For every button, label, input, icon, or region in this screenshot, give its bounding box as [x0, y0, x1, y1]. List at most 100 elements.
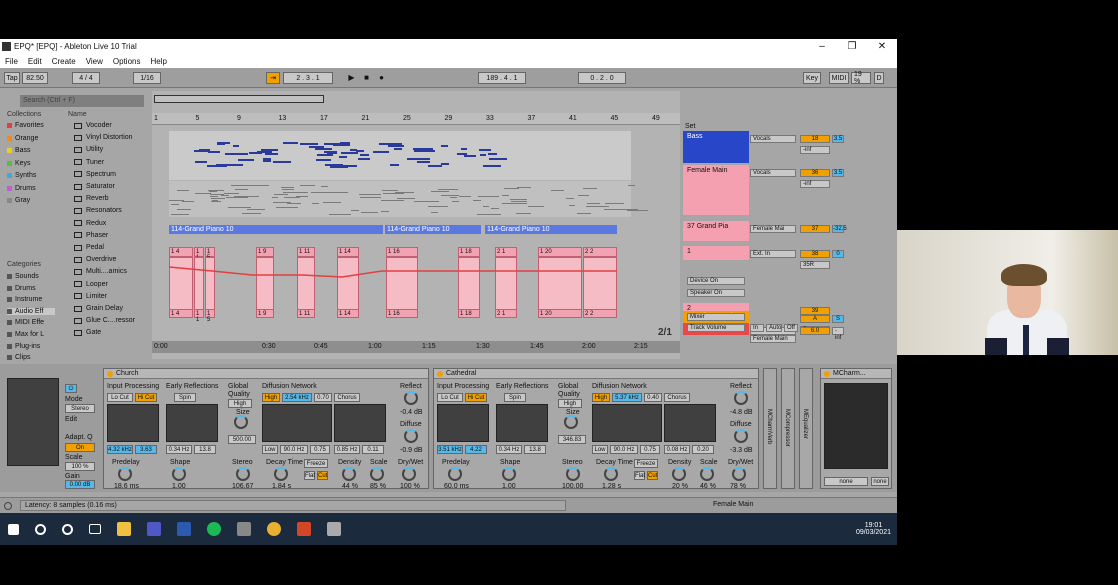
- audio-clip-footer[interactable]: 2 1: [495, 309, 517, 318]
- filter-freq-value[interactable]: 3.51 kHz: [437, 445, 463, 454]
- plugin-item[interactable]: Phaser: [68, 232, 108, 239]
- spin-button[interactable]: Spin: [174, 393, 196, 402]
- mode-selector[interactable]: Stereo: [65, 404, 95, 413]
- time-signature[interactable]: 4 / 4: [72, 72, 100, 84]
- quality-selector[interactable]: High: [228, 399, 252, 408]
- spin-amount-value[interactable]: 13.8: [194, 445, 216, 454]
- chorus-button[interactable]: Chorus: [334, 393, 360, 402]
- follow-icon[interactable]: ⇥: [266, 72, 280, 84]
- plugin-item[interactable]: Reverb: [68, 195, 109, 202]
- ableton-live-taskbar-icon[interactable]: [327, 522, 341, 536]
- track-input-selector[interactable]: Ext. In: [750, 250, 796, 258]
- speaker-on-selector[interactable]: Speaker On: [687, 289, 745, 297]
- audio-clip-footer[interactable]: 1 9: [256, 309, 274, 318]
- lo-cut-button[interactable]: Lo Cut: [437, 393, 463, 402]
- task-view-icon[interactable]: [89, 524, 101, 534]
- midi-map-button[interactable]: MIDI: [829, 72, 849, 84]
- ableton-taskbar-icon[interactable]: [237, 522, 251, 536]
- track-solo[interactable]: -inf: [832, 327, 844, 341]
- arrangement-position[interactable]: 2 . 3 . 1: [283, 72, 333, 84]
- track-volume[interactable]: 39: [800, 307, 830, 315]
- decay-knob[interactable]: [274, 467, 288, 481]
- category-item[interactable]: MIDI Effe: [7, 319, 44, 326]
- flat-button[interactable]: Flat: [304, 471, 315, 480]
- audio-clip-footer[interactable]: 1 14: [337, 309, 359, 318]
- powerpoint-icon[interactable]: [297, 522, 311, 536]
- low-freq-value[interactable]: 90.0 Hz: [610, 445, 638, 454]
- freeze-button[interactable]: Freeze: [304, 459, 328, 468]
- audio-clip-footer[interactable]: 1 18: [458, 309, 480, 318]
- plugin-item[interactable]: Overdrive: [68, 256, 116, 263]
- menu-create[interactable]: Create: [47, 57, 81, 66]
- tap-button[interactable]: Tap: [4, 72, 20, 84]
- filter-width-value[interactable]: 4.22: [465, 445, 487, 454]
- audio-clip-footer[interactable]: 1 20: [538, 309, 582, 318]
- diffusion-display[interactable]: [262, 404, 332, 442]
- track-solo[interactable]: 0: [832, 250, 844, 258]
- track-input-selector[interactable]: Vocals: [750, 135, 796, 143]
- collection-gray[interactable]: Gray: [7, 197, 30, 204]
- diffusion-q-value[interactable]: 0.40: [644, 393, 662, 402]
- category-item[interactable]: Sounds: [7, 273, 39, 280]
- track-header-1[interactable]: Female Main: [683, 165, 749, 215]
- piano-clip-3[interactable]: 114-Grand Piano 10: [485, 225, 617, 234]
- category-item[interactable]: Instrume: [7, 296, 42, 303]
- size-knob[interactable]: [564, 415, 578, 429]
- cut-button[interactable]: Cut: [647, 471, 658, 480]
- collection-keys[interactable]: Keys: [7, 160, 31, 167]
- freeze-button[interactable]: Freeze: [634, 459, 658, 468]
- plugin-item[interactable]: Grain Delay: [68, 305, 123, 312]
- low-value[interactable]: 0.75: [640, 445, 660, 454]
- rack-mequalizer[interactable]: MEqualizer: [799, 368, 813, 489]
- track-header-2[interactable]: 37 Grand Pia: [683, 221, 749, 241]
- scale-knob[interactable]: [700, 467, 714, 481]
- rack-mcompressor[interactable]: MCompressor: [781, 368, 795, 489]
- spin-rate-value[interactable]: 0.34 Hz: [496, 445, 522, 454]
- plugin-item[interactable]: Glue C....ressor: [68, 317, 135, 324]
- audio-clip-footer[interactable]: 1 1: [194, 309, 204, 323]
- track-volume[interactable]: 38: [800, 250, 830, 258]
- word-icon[interactable]: [177, 522, 191, 536]
- record-icon[interactable]: ●: [377, 73, 386, 82]
- plugin-item[interactable]: Pedal: [68, 244, 104, 251]
- monitor-in-button[interactable]: In: [750, 324, 764, 332]
- plugin-item[interactable]: Limiter: [68, 293, 107, 300]
- menu-help[interactable]: Help: [145, 57, 171, 66]
- collection-synths[interactable]: Synths: [7, 172, 36, 179]
- utility-power-button[interactable]: ⏻: [65, 384, 77, 393]
- chorus-display[interactable]: [334, 404, 386, 442]
- predelay-knob[interactable]: [118, 467, 132, 481]
- audio-clip-footer[interactable]: 1 4: [169, 309, 193, 318]
- time-ruler[interactable]: [152, 341, 680, 353]
- collection-orange[interactable]: Orange: [7, 135, 38, 142]
- monitor-auto-button[interactable]: Auto: [766, 324, 782, 332]
- collection-favorites[interactable]: Favorites: [7, 122, 44, 129]
- plugin-item[interactable]: Saturator: [68, 183, 115, 190]
- play-icon[interactable]: ▶: [347, 73, 356, 82]
- teams-icon[interactable]: [147, 522, 161, 536]
- input-filter-display[interactable]: [437, 404, 489, 442]
- plugin-item[interactable]: Vocoder: [68, 122, 112, 129]
- plugin-item[interactable]: Gate: [68, 329, 101, 336]
- low-button[interactable]: Low: [262, 445, 278, 454]
- windows-start-icon[interactable]: [8, 523, 19, 535]
- low-button[interactable]: Low: [592, 445, 608, 454]
- info-icon[interactable]: [4, 502, 12, 510]
- stereo-knob[interactable]: [236, 467, 250, 481]
- audio-clip-footer[interactable]: 1 16: [386, 309, 418, 318]
- plugin-item[interactable]: Vinyl Distortion: [68, 134, 133, 141]
- chorus-rate-value[interactable]: 0.85 Hz: [334, 445, 360, 454]
- grid-quantize[interactable]: 1/16: [133, 72, 161, 84]
- lo-cut-button[interactable]: Lo Cut: [107, 393, 133, 402]
- category-item[interactable]: Max for L: [7, 331, 44, 338]
- chorus-amount-value[interactable]: 0.11: [362, 445, 384, 454]
- track-solo[interactable]: 3.5: [832, 169, 844, 177]
- audio-clip-footer[interactable]: 1 11: [297, 309, 315, 318]
- bass-midi-clip[interactable]: [169, 131, 631, 180]
- hi-cut-button[interactable]: Hi Cut: [465, 393, 487, 402]
- chrome-icon[interactable]: [267, 522, 281, 536]
- overview-scrollbar[interactable]: [154, 95, 324, 103]
- plugin-item[interactable]: Utility: [68, 146, 103, 153]
- density-knob[interactable]: [672, 467, 686, 481]
- track-send[interactable]: -inf: [800, 146, 830, 154]
